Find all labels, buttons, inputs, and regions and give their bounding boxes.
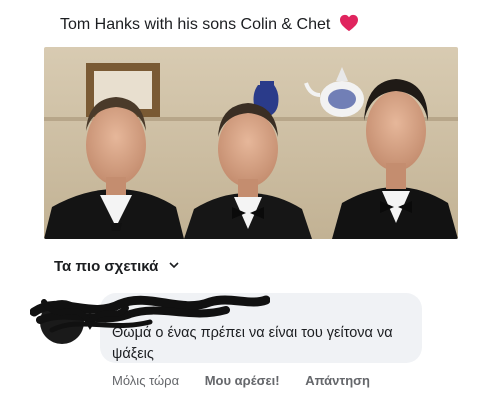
redaction-scribble (30, 295, 270, 333)
comment-actions: Μόλις τώρα Μου αρέσει! Απάντηση (112, 373, 392, 388)
sort-label: Τα πιο σχετικά (54, 258, 159, 275)
heart-icon (339, 14, 358, 32)
comment-timestamp: Μόλις τώρα (112, 373, 180, 388)
post-title: Tom Hanks with his sons Colin & Chet (60, 14, 359, 34)
photo-illustration (44, 47, 458, 239)
reply-button[interactable]: Απάντηση (305, 373, 370, 388)
post-photo[interactable] (44, 47, 458, 239)
comment-sort-dropdown[interactable]: Τα πιο σχετικά (54, 258, 179, 275)
chevron-down-icon (168, 262, 179, 269)
like-button[interactable]: Μου αρέσει! (205, 373, 280, 388)
post-title-text: Tom Hanks with his sons Colin & Chet (60, 16, 331, 33)
